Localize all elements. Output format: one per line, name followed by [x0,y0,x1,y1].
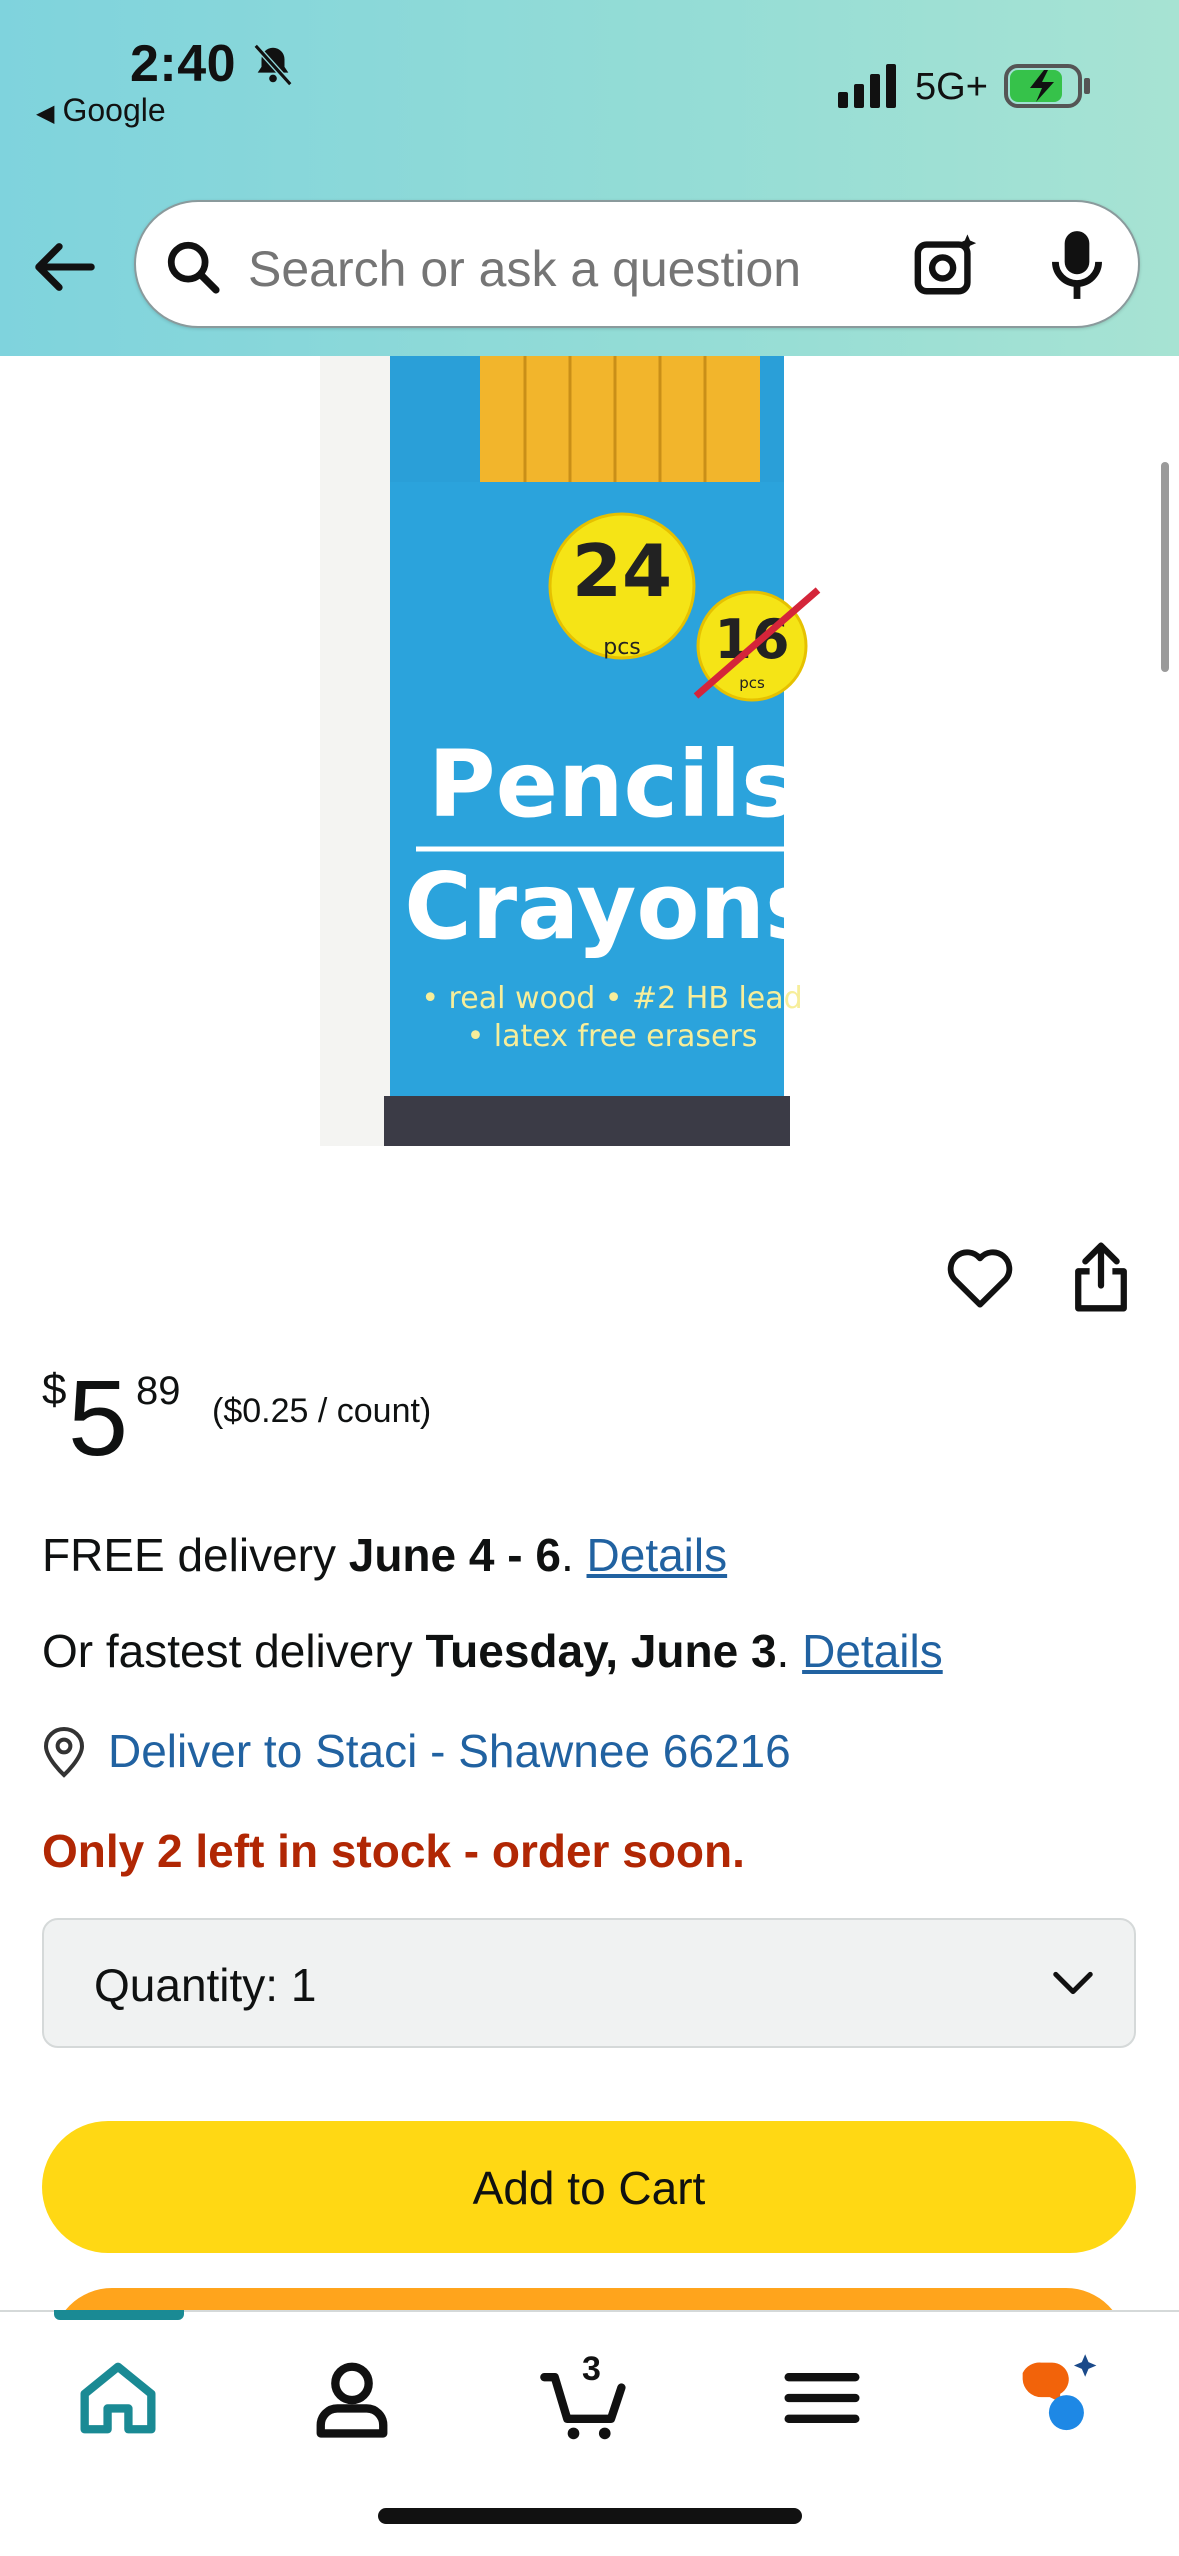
nav-home[interactable] [68,2348,168,2448]
price-whole: 5 [68,1357,129,1478]
account-icon [316,2362,388,2438]
search-input[interactable] [248,240,888,298]
old-count-badge: 16 [714,608,789,671]
fast-delivery-prefix: Or fastest delivery [42,1625,426,1677]
menu-icon [784,2373,860,2423]
home-indicator[interactable] [378,2508,802,2524]
top-header: 2:40 ◀ Google 5G+ [0,0,1179,356]
fast-delivery-sep: . [776,1625,803,1677]
free-delivery-details-link[interactable]: Details [587,1529,728,1581]
add-to-cart-button[interactable]: Add to Cart [42,2121,1136,2253]
product-image[interactable]: 24 pcs 16 pcs Pencils Crayons • real woo… [320,356,860,1146]
back-arrow-icon[interactable] [30,232,100,302]
free-delivery-prefix: FREE delivery [42,1529,349,1581]
home-icon [80,2362,156,2434]
heart-icon[interactable] [945,1245,1015,1309]
nav-rufus[interactable] [1006,2348,1106,2448]
box-bullets-line1: • real wood • #2 HB lead [421,981,802,1016]
camera-lens-icon[interactable] [912,230,982,300]
search-bar[interactable] [134,200,1140,328]
box-bullets-line2: • latex free erasers [467,1019,758,1054]
box-title-line2: Crayons [404,853,820,960]
free-delivery-sep: . [560,1529,587,1581]
free-delivery-dates: June 4 - 6 [348,1529,561,1581]
add-to-cart-label: Add to Cart [472,2162,706,2214]
count-unit: pcs [603,635,641,660]
cell-signal-icon [838,64,896,108]
cart-count-badge: 3 [582,2350,601,2388]
nav-account[interactable] [302,2348,402,2448]
back-triangle-icon: ◀ [36,100,55,127]
network-type: 5G+ [915,66,988,108]
price-currency: $ [42,1365,67,1414]
microphone-icon[interactable] [1046,228,1108,302]
price-fraction: 89 [136,1369,181,1413]
location-pin-icon [43,1726,85,1778]
share-icon[interactable] [1071,1240,1131,1314]
nav-active-indicator [54,2310,184,2320]
nav-menu[interactable] [772,2348,872,2448]
quantity-label: Quantity: [94,1959,279,2011]
fast-delivery-details-link[interactable]: Details [802,1625,943,1677]
back-app-label: Google [62,92,166,128]
old-count-unit: pcs [739,674,765,692]
deliver-to-label: Deliver to Staci - Shawnee 66216 [108,1725,791,1777]
chevron-down-icon [1053,1971,1093,1995]
free-delivery-line: FREE delivery June 4 - 6. Details [42,1528,727,1582]
stock-warning: Only 2 left in stock - order soon. [42,1825,745,1877]
quantity-value: 1 [290,1959,317,2011]
search-icon[interactable] [164,238,222,296]
rufus-icon [1022,2354,1097,2431]
count-badge: 24 [572,529,672,613]
battery-charging-icon [1004,64,1090,108]
box-title-line1: Pencils [428,731,796,838]
status-time: 2:40 [130,35,237,93]
scroll-indicator[interactable] [1161,462,1169,672]
bell-slash-icon [253,43,293,87]
back-to-app-link[interactable]: ◀ Google [36,92,166,129]
fastest-delivery-line: Or fastest delivery Tuesday, June 3. Det… [42,1624,943,1678]
quantity-select[interactable]: Quantity: 1 [42,1918,1136,2048]
unit-price: ($0.25 / count) [212,1392,432,1430]
fast-delivery-date: Tuesday, June 3 [425,1625,777,1677]
nav-cart[interactable]: 3 [536,2348,636,2448]
